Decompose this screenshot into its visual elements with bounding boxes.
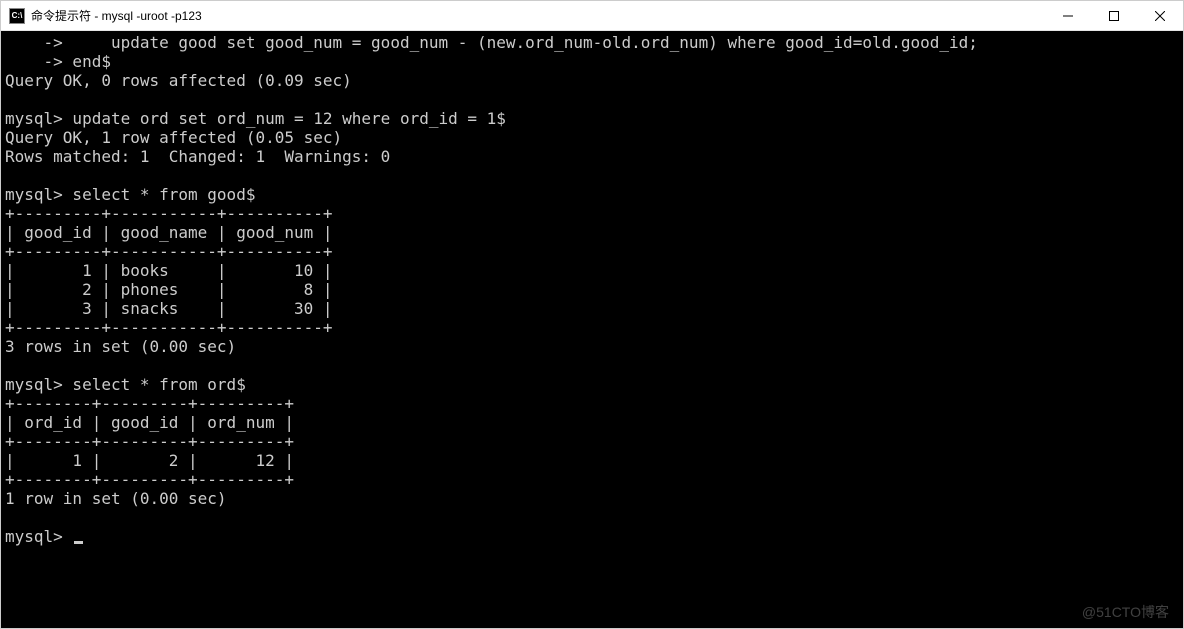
close-button[interactable] (1137, 1, 1183, 30)
window-title: 命令提示符 - mysql -uroot -p123 (31, 7, 1045, 24)
minimize-button[interactable] (1045, 1, 1091, 30)
app-icon: C:\ (9, 8, 25, 24)
window-frame: C:\ 命令提示符 - mysql -uroot -p123 -> update… (0, 0, 1184, 629)
maximize-button[interactable] (1091, 1, 1137, 30)
terminal-output: -> update good set good_num = good_num -… (5, 33, 1179, 546)
cursor (74, 541, 83, 544)
terminal-area[interactable]: -> update good set good_num = good_num -… (1, 31, 1183, 628)
watermark-text: @51CTO博客 (1082, 603, 1169, 622)
window-controls (1045, 1, 1183, 30)
titlebar[interactable]: C:\ 命令提示符 - mysql -uroot -p123 (1, 1, 1183, 31)
